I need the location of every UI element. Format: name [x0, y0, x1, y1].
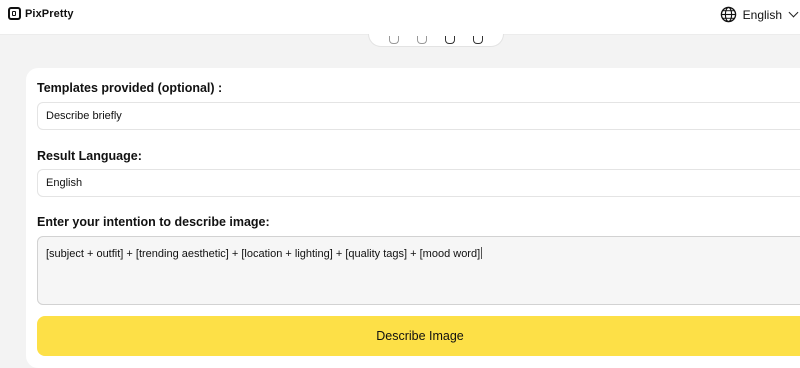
globe-icon: [720, 6, 736, 23]
intention-label: Enter your intention to describe image:: [37, 215, 270, 229]
app-name: PixPretty: [25, 7, 74, 20]
language-selector[interactable]: English: [720, 6, 799, 23]
rotate-icon[interactable]: [389, 36, 399, 44]
result-language-label: Result Language:: [37, 149, 142, 163]
image-toolbar: [368, 34, 504, 47]
text-cursor: [481, 247, 483, 259]
top-bar: PixPretty English: [0, 0, 800, 35]
templates-label: Templates provided (optional) :: [37, 81, 223, 95]
crop-icon[interactable]: [473, 36, 483, 44]
intention-textarea[interactable]: [subject + outfit] + [trending aesthetic…: [37, 236, 800, 305]
chevron-down-icon: [788, 7, 799, 18]
undo-icon[interactable]: [417, 36, 427, 44]
compare-icon[interactable]: [445, 36, 455, 44]
language-label: English: [742, 7, 782, 22]
logo[interactable]: PixPretty: [8, 7, 74, 20]
template-select[interactable]: Describe briefly: [37, 102, 800, 130]
pixpretty-logo-icon: [8, 7, 21, 20]
describe-image-button[interactable]: Describe Image: [37, 316, 800, 356]
result-language-select[interactable]: English: [37, 169, 800, 197]
intention-text: [subject + outfit] + [trending aesthetic…: [46, 248, 481, 260]
